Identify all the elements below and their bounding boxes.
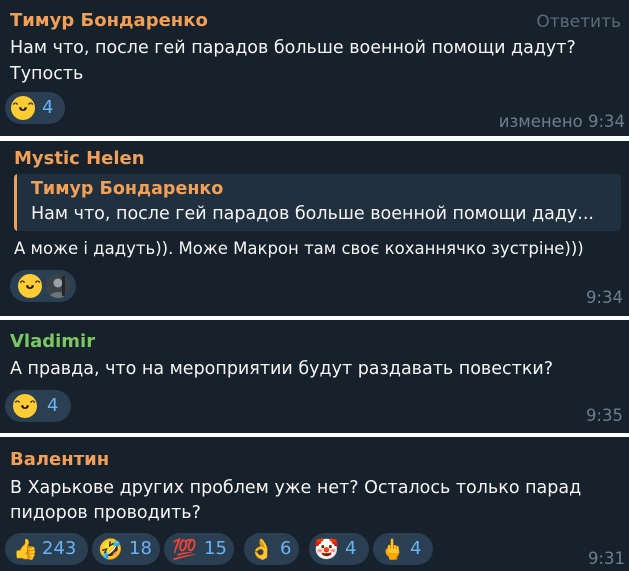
reaction-thumbs-up[interactable]: 👍 243 [5, 533, 88, 565]
quote-text: Нам что, после гей парадов больше военно… [31, 204, 594, 224]
reaction-count: 4 [47, 395, 59, 416]
quote-author: Тимур Бондаренко [31, 179, 224, 199]
hundred-points-icon: 💯 [172, 537, 197, 561]
reaction-count: 6 [280, 538, 292, 559]
message-4[interactable]: Валентин В Харькове других проблем уже н… [0, 437, 629, 571]
ok-hand-icon: 👌 [249, 537, 274, 561]
message-text-line: пидоров проводить? [10, 503, 201, 523]
user-avatar-icon [46, 274, 70, 298]
reaction-hundred[interactable]: 💯 15 [164, 533, 234, 565]
reply-button[interactable]: Ответить [536, 11, 621, 33]
reaction-count: 15 [204, 538, 227, 559]
grinning-face-icon: ᵔᴗᵔ [11, 96, 35, 120]
message-text-line: Тупость [10, 64, 84, 84]
reaction-rofl[interactable]: 🤣 18 [92, 533, 160, 565]
clown-face-icon: 🤡 [314, 537, 339, 561]
quoted-message[interactable]: Тимур Бондаренко Нам что, после гей пара… [14, 174, 621, 231]
reaction-count: 4 [42, 97, 54, 118]
reaction-count: 18 [129, 538, 152, 559]
grinning-face-icon: ᵔᴗᵔ [18, 274, 42, 298]
sender-name[interactable]: Mystic Helen [14, 148, 145, 170]
timestamp: 9:35 [585, 406, 623, 425]
message-text-line: А правда, что на мероприятии будут разда… [10, 359, 554, 379]
timestamp: 9:34 [585, 288, 623, 307]
reaction-grinning[interactable]: ᵔᴗᵔ 4 [5, 390, 71, 422]
grinning-face-icon: ᵔᴗᵔ [13, 394, 37, 418]
middle-finger-icon: 🖕 [380, 537, 405, 561]
message-1[interactable]: Тимур Бондаренко Ответить Нам что, после… [0, 0, 629, 136]
timestamp: 9:31 [587, 549, 625, 568]
message-text-line: А може і дадуть)). Може Макрон там своє … [14, 239, 584, 258]
quote-bar [14, 174, 17, 231]
rofl-face-icon: 🤣 [98, 537, 123, 561]
reaction-middle-finger[interactable]: 🖕 4 [373, 533, 433, 565]
message-2[interactable]: Mystic Helen Тимур Бондаренко Нам что, п… [0, 141, 629, 316]
sender-name[interactable]: Валентин [10, 449, 109, 471]
reaction-count: 4 [345, 538, 357, 559]
message-3[interactable]: Vladimir А правда, что на мероприятии бу… [0, 320, 629, 433]
reaction-count: 243 [42, 538, 77, 559]
reaction-count: 4 [410, 538, 422, 559]
reaction-clown[interactable]: 🤡 4 [309, 533, 369, 565]
thumbs-up-icon: 👍 [13, 537, 38, 561]
sender-name[interactable]: Vladimir [10, 331, 95, 353]
message-text-line: Нам что, после гей парадов больше военно… [10, 38, 576, 58]
reaction-grinning[interactable]: ᵔᴗᵔ [10, 270, 76, 302]
sender-name[interactable]: Тимур Бондаренко [10, 10, 208, 32]
edited-timestamp: изменено 9:34 [498, 112, 625, 131]
reaction-grinning[interactable]: ᵔᴗᵔ 4 [5, 92, 65, 124]
reaction-ok-hand[interactable]: 👌 6 [244, 533, 299, 565]
